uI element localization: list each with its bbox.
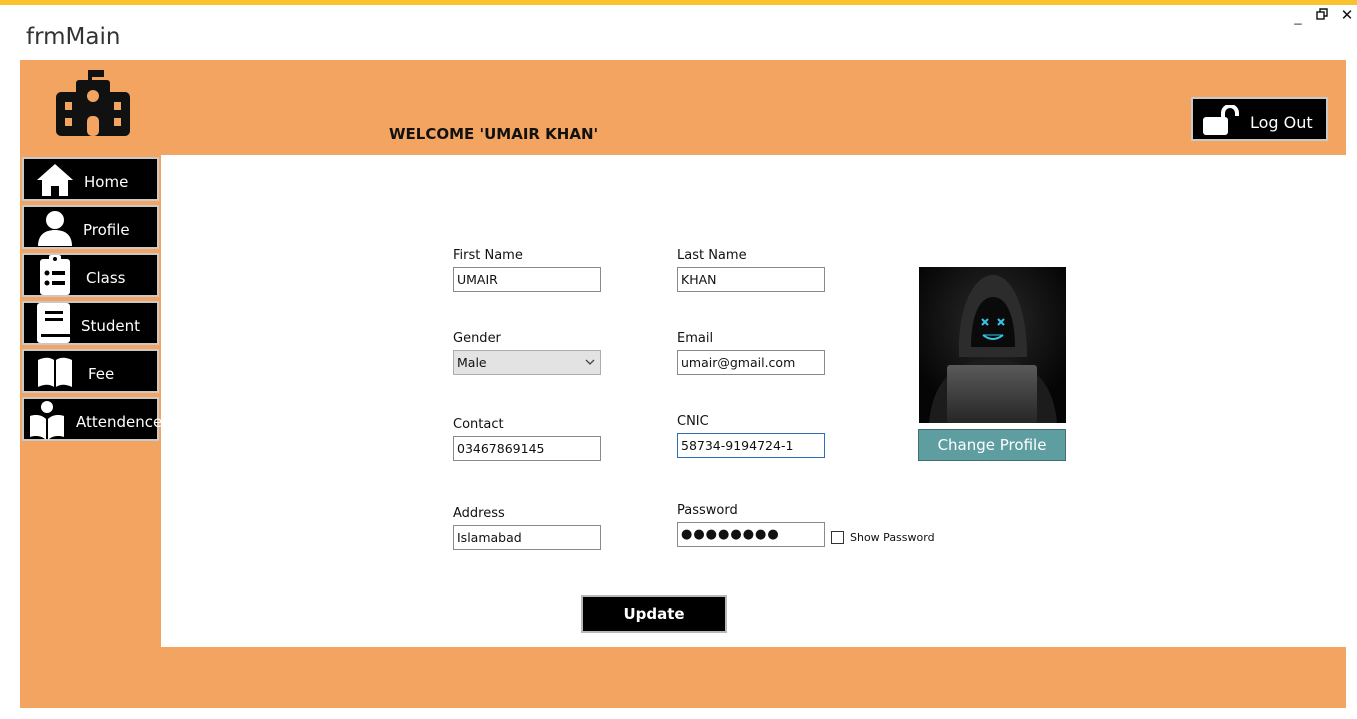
minimize-button[interactable]: _ [1290,10,1306,26]
first-name-field[interactable]: UMAIR [453,267,601,292]
change-profile-button[interactable]: Change Profile [918,429,1066,461]
gender-value: Male [457,355,487,370]
cnic-field[interactable]: 58734-9194724-1 [677,433,825,458]
sidebar-item-label: Fee [88,365,115,383]
user-icon [36,210,74,246]
email-field[interactable]: umair@gmail.com [677,350,825,375]
unlock-icon [1202,104,1240,140]
logout-button[interactable]: Log Out [1191,97,1328,141]
clipboard-list-icon [36,255,74,295]
last-name-label: Last Name [677,248,747,263]
sidebar-item-class[interactable]: Class [22,253,159,297]
gender-label: Gender [453,331,501,346]
close-button[interactable]: ✕ [1339,8,1355,24]
cnic-label: CNIC [677,414,709,429]
sidebar-item-attendence[interactable]: Attendence [22,397,163,441]
sidebar-item-label: Home [84,173,129,191]
restore-button[interactable] [1314,8,1330,24]
home-icon [36,162,74,198]
sidebar-item-label: Attendence [76,413,163,431]
address-label: Address [453,506,505,521]
sidebar-item-home[interactable]: Home [22,157,159,201]
update-button[interactable]: Update [581,595,727,633]
gender-select[interactable]: Male [453,350,601,375]
book-icon [36,303,74,343]
profile-picture [919,267,1066,423]
logout-label: Log Out [1250,113,1313,132]
password-field[interactable]: ●●●●●●●● [677,522,825,547]
sidebar-item-fee[interactable]: Fee [22,349,159,393]
sidebar-item-label: Class [86,269,126,287]
restore-icon [1316,8,1328,20]
contact-field[interactable]: 03467869145 [453,436,601,461]
contact-label: Contact [453,417,504,432]
open-book-icon [36,354,74,390]
first-name-label: First Name [453,248,523,263]
sidebar-item-label: Student [81,317,141,335]
window-title: frmMain [26,24,121,50]
reader-icon [28,401,66,440]
show-password-label: Show Password [850,531,935,544]
sidebar-item-profile[interactable]: Profile [22,205,159,249]
sidebar-item-student[interactable]: Student [22,301,159,345]
email-label: Email [677,331,714,346]
sidebar-item-label: Profile [83,221,130,239]
address-field[interactable]: Islamabad [453,525,601,550]
welcome-text: WELCOME 'UMAIR KHAN' [389,125,599,143]
last-name-field[interactable]: KHAN [677,267,825,292]
show-password-checkbox[interactable] [831,531,844,544]
chevron-down-icon [585,353,595,374]
school-icon [56,70,130,136]
window-accent-bar [0,0,1357,5]
content-area [161,155,1346,647]
password-label: Password [677,503,738,518]
